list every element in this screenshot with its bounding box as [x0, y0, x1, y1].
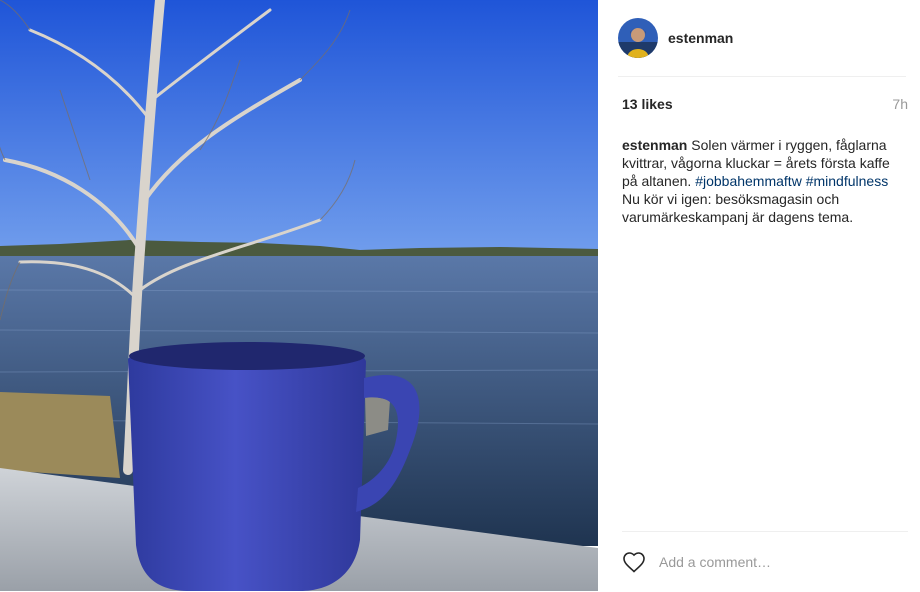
avatar[interactable] [618, 18, 658, 58]
post-header: estenman [618, 0, 906, 77]
username-link[interactable]: estenman [668, 30, 733, 46]
hashtag-link[interactable]: #mindfulness [806, 173, 889, 189]
hashtag-link[interactable]: #jobbahemmaftw [695, 173, 802, 189]
comment-bar [622, 531, 908, 592]
post-photo[interactable] [0, 0, 598, 591]
post-caption: estenman Solen värmer i ryggen, fåglarna… [622, 136, 908, 226]
post-time[interactable]: 7h [892, 96, 908, 112]
caption-text: Nu kör vi igen: besöksmagasin och varumä… [622, 191, 854, 225]
post-view: estenman 13 likes 7h estenman Solen värm… [0, 0, 920, 591]
caption-username[interactable]: estenman [622, 137, 687, 153]
post-sidebar: estenman 13 likes 7h estenman Solen värm… [598, 0, 920, 591]
heart-icon[interactable] [622, 551, 646, 573]
likes-row: 13 likes 7h [622, 96, 908, 112]
photo-image [0, 0, 598, 591]
comment-input[interactable] [657, 553, 901, 571]
avatar-image [618, 18, 658, 58]
likes-count[interactable]: 13 likes [622, 96, 673, 112]
